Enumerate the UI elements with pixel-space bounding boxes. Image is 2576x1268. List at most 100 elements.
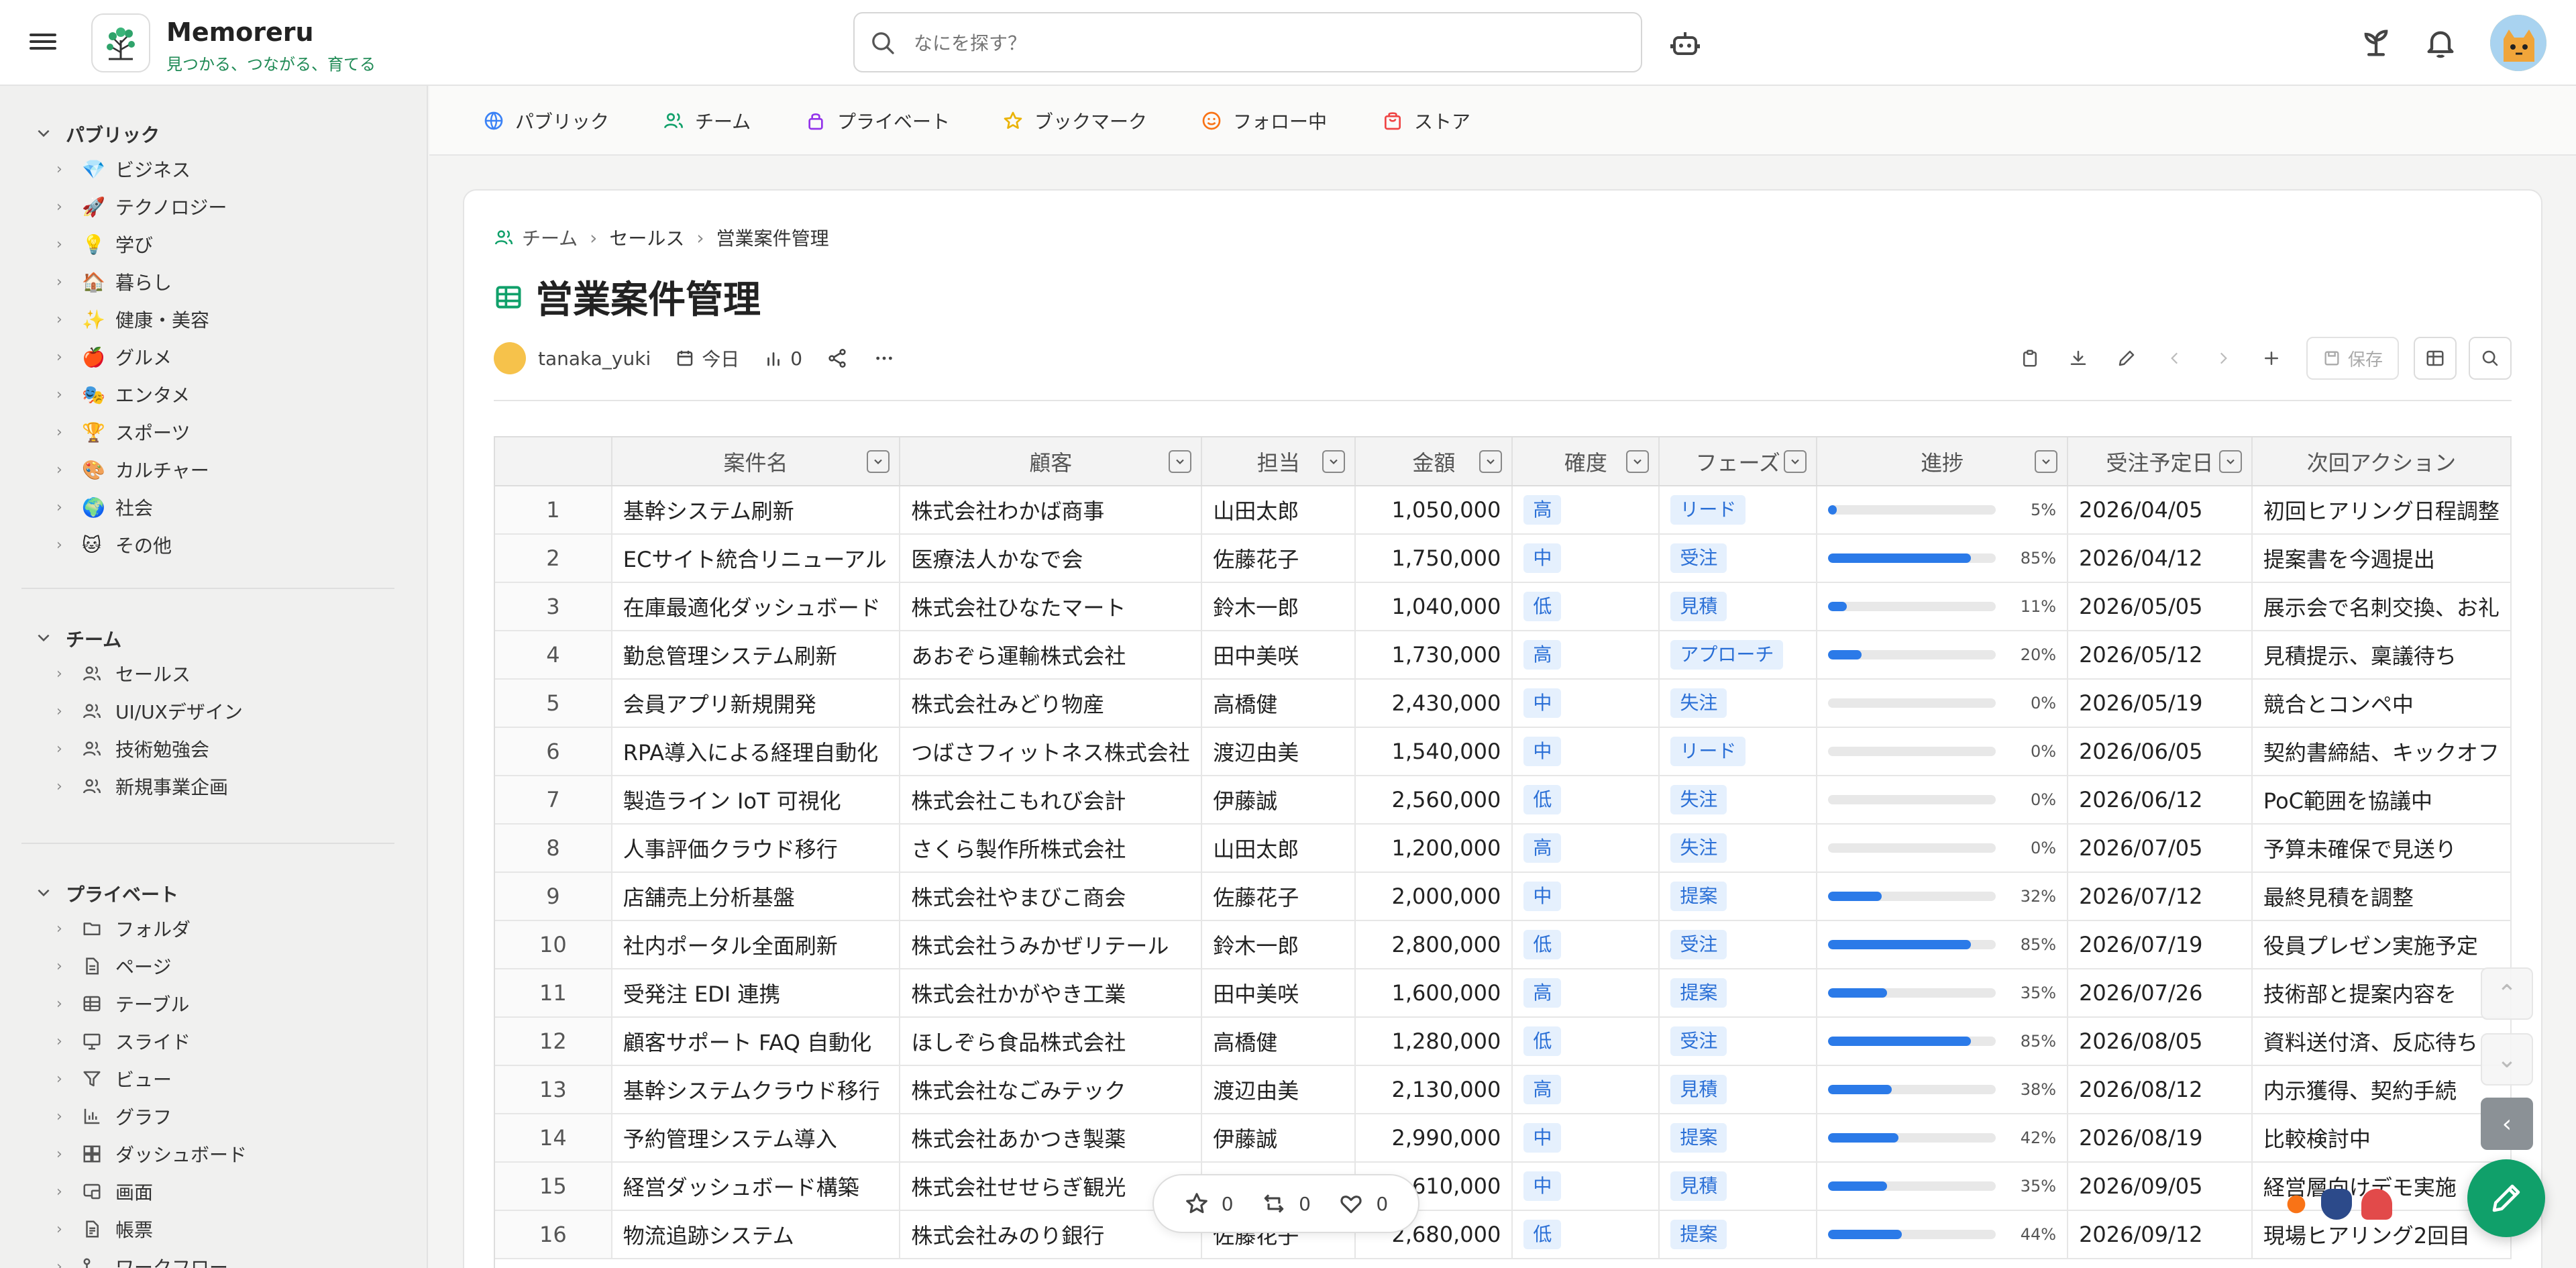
cell-confidence[interactable]: 高: [1512, 631, 1660, 680]
cell-next-action[interactable]: 最終見積を調整: [2251, 872, 2512, 921]
sidebar-item[interactable]: › ページ: [56, 951, 171, 981]
table-row[interactable]: 10 社内ポータル全面刷新 株式会社うみかぜリテール 鈴木一郎 2,800,00…: [495, 920, 2512, 969]
cell-confidence[interactable]: 高: [1512, 824, 1660, 873]
cell-due-date[interactable]: 2026/09/12: [2068, 1210, 2253, 1259]
cell-owner[interactable]: 高橋健: [1201, 679, 1356, 728]
sidebar-item[interactable]: › スライド: [56, 1026, 191, 1056]
cell-client[interactable]: 株式会社みどり物産: [900, 679, 1203, 728]
sidebar-item[interactable]: › 🍎 グルメ: [56, 342, 172, 372]
sidebar-item[interactable]: › 🏆 スポーツ: [56, 417, 190, 447]
cell-amount[interactable]: 2,130,000: [1355, 1065, 1513, 1114]
like-button[interactable]: 0: [1338, 1191, 1388, 1216]
cell-deal-name[interactable]: 会員アプリ新規開発: [611, 679, 901, 728]
cell-progress[interactable]: 5%: [1817, 486, 2069, 535]
cell-client[interactable]: 株式会社かがやき工業: [900, 969, 1203, 1018]
cell-deal-name[interactable]: 顧客サポート FAQ 自動化: [611, 1017, 901, 1066]
cell-due-date[interactable]: 2026/07/19: [2068, 920, 2253, 969]
cell-next-action[interactable]: 展示会で名刺交換、お礼: [2251, 582, 2512, 631]
cell-owner[interactable]: 伊藤誠: [1201, 776, 1356, 825]
breadcrumb-sales[interactable]: セールス: [609, 224, 684, 251]
sidebar-item[interactable]: › ダッシュボード: [56, 1139, 247, 1169]
table-row[interactable]: 8 人事評価クラウド移行 さくら製作所株式会社 山田太郎 1,200,000 高…: [495, 824, 2512, 873]
cell-confidence[interactable]: 中: [1512, 534, 1660, 583]
table-row[interactable]: 16 物流追跡システム 株式会社みのり銀行 佐藤花子 2,680,000 低 提…: [495, 1210, 2512, 1259]
column-header[interactable]: 進捗: [1817, 437, 2069, 486]
column-header[interactable]: 担当: [1201, 437, 1356, 486]
cell-amount[interactable]: 1,600,000: [1355, 969, 1513, 1018]
column-header[interactable]: 次回アクション: [2251, 437, 2512, 486]
column-menu-icon[interactable]: [1322, 450, 1346, 473]
cell-amount[interactable]: 1,050,000: [1355, 486, 1513, 535]
cell-client[interactable]: 株式会社わかば商事: [900, 486, 1203, 535]
cell-next-action[interactable]: 提案書を今週提出: [2251, 534, 2512, 583]
next-button[interactable]: [2199, 337, 2247, 380]
collapse-panel-button[interactable]: ‹: [2481, 1098, 2533, 1150]
cell-deal-name[interactable]: 予約管理システム導入: [611, 1114, 901, 1163]
cell-client[interactable]: ほしぞら食品株式会社: [900, 1017, 1203, 1066]
cell-owner[interactable]: 鈴木一郎: [1201, 920, 1356, 969]
cell-client[interactable]: 株式会社うみかぜリテール: [900, 920, 1203, 969]
cell-owner[interactable]: 山田太郎: [1201, 486, 1356, 535]
cell-owner[interactable]: 鈴木一郎: [1201, 582, 1356, 631]
search-box[interactable]: [853, 12, 1642, 72]
cell-phase[interactable]: 失注: [1659, 679, 1818, 728]
cell-due-date[interactable]: 2026/04/12: [2068, 534, 2253, 583]
table-row[interactable]: 6 RPA導入による経理自動化 つばさフィットネス株式会社 渡辺由美 1,540…: [495, 727, 2512, 776]
cell-deal-name[interactable]: 在庫最適化ダッシュボード: [611, 582, 901, 631]
sidebar-item[interactable]: › 🎨 カルチャー: [56, 455, 209, 484]
tab-following[interactable]: フォロー中: [1201, 107, 1327, 134]
breadcrumb-team[interactable]: チーム: [522, 224, 578, 251]
table-search-button[interactable]: [2469, 337, 2512, 380]
cell-owner[interactable]: 渡辺由美: [1201, 727, 1356, 776]
cell-deal-name[interactable]: 物流追跡システム: [611, 1210, 901, 1259]
cell-due-date[interactable]: 2026/08/19: [2068, 1114, 2253, 1163]
cell-phase[interactable]: 失注: [1659, 824, 1818, 873]
table-row[interactable]: 9 店舗売上分析基盤 株式会社やまびこ商会 佐藤花子 2,000,000 中 提…: [495, 872, 2512, 921]
cell-amount[interactable]: 2,560,000: [1355, 776, 1513, 825]
cell-confidence[interactable]: 高: [1512, 486, 1660, 535]
cell-deal-name[interactable]: 製造ライン IoT 可視化: [611, 776, 901, 825]
cell-client[interactable]: 株式会社なごみテック: [900, 1065, 1203, 1114]
cell-deal-name[interactable]: ECサイト統合リニューアル: [611, 534, 901, 583]
cell-owner[interactable]: 佐藤花子: [1201, 534, 1356, 583]
table-row[interactable]: 2 ECサイト統合リニューアル 医療法人かなで会 佐藤花子 1,750,000 …: [495, 534, 2512, 583]
cell-client[interactable]: 株式会社こもれび会計: [900, 776, 1203, 825]
column-menu-icon[interactable]: [2218, 450, 2242, 473]
cell-progress[interactable]: 85%: [1817, 920, 2069, 969]
cell-next-action[interactable]: PoC範囲を協議中: [2251, 776, 2512, 825]
cell-confidence[interactable]: 低: [1512, 1210, 1660, 1259]
cell-due-date[interactable]: 2026/07/26: [2068, 969, 2253, 1018]
cell-amount[interactable]: 2,430,000: [1355, 679, 1513, 728]
cell-confidence[interactable]: 高: [1512, 1065, 1660, 1114]
table-row[interactable]: 15 経営ダッシュボード構築 株式会社せせらぎ観光 山田太郎 1,610,000…: [495, 1162, 2512, 1211]
cell-progress[interactable]: 20%: [1817, 631, 2069, 680]
cell-phase[interactable]: 提案: [1659, 1114, 1818, 1163]
menu-icon[interactable]: [30, 30, 56, 56]
cell-progress[interactable]: 0%: [1817, 727, 2069, 776]
repost-button[interactable]: 0: [1261, 1191, 1311, 1216]
table-row[interactable]: 3 在庫最適化ダッシュボード 株式会社ひなたマート 鈴木一郎 1,040,000…: [495, 582, 2512, 631]
cell-progress[interactable]: 44%: [1817, 1210, 2069, 1259]
table-row[interactable]: 1 基幹システム刷新 株式会社わかば商事 山田太郎 1,050,000 高 リー…: [495, 486, 2512, 535]
cell-phase[interactable]: 受注: [1659, 920, 1818, 969]
cell-progress[interactable]: 0%: [1817, 776, 2069, 825]
cell-owner[interactable]: 渡辺由美: [1201, 1065, 1356, 1114]
cell-progress[interactable]: 32%: [1817, 872, 2069, 921]
column-menu-icon[interactable]: [1626, 450, 1650, 473]
compose-button[interactable]: [2467, 1159, 2545, 1237]
cell-amount[interactable]: 1,280,000: [1355, 1017, 1513, 1066]
cell-due-date[interactable]: 2026/07/05: [2068, 824, 2253, 873]
cell-amount[interactable]: 2,000,000: [1355, 872, 1513, 921]
cell-phase[interactable]: アプローチ: [1659, 631, 1818, 680]
author-name[interactable]: tanaka_yuki: [538, 348, 651, 370]
cell-phase[interactable]: 見積: [1659, 582, 1818, 631]
clipboard-button[interactable]: [2006, 337, 2054, 380]
column-menu-icon[interactable]: [1784, 450, 1807, 473]
table-row[interactable]: 7 製造ライン IoT 可視化 株式会社こもれび会計 伊藤誠 2,560,000…: [495, 776, 2512, 825]
cell-next-action[interactable]: 資料送付済、反応待ち: [2251, 1017, 2512, 1066]
cell-due-date[interactable]: 2026/08/05: [2068, 1017, 2253, 1066]
column-menu-icon[interactable]: [2035, 450, 2058, 473]
sidebar-item[interactable]: › ビュー: [56, 1064, 172, 1094]
cell-deal-name[interactable]: 店舗売上分析基盤: [611, 872, 901, 921]
cell-due-date[interactable]: 2026/05/05: [2068, 582, 2253, 631]
